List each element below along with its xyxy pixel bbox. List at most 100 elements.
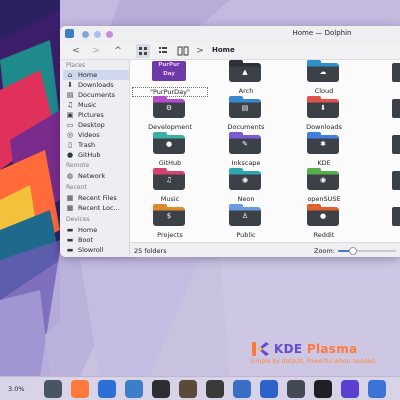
toolbar: < > ^ > Home (60, 42, 400, 60)
trash-icon: ▯ (68, 141, 72, 149)
dolphin-window: Home — Dolphin < > ^ > Home Places ⌂ Hom… (60, 26, 400, 257)
window-title: Home — Dolphin (292, 29, 352, 37)
folder-item[interactable]: $ Projects (140, 204, 200, 244)
grid-icon (139, 47, 147, 55)
recent-files-icon: ▦ (66, 194, 74, 202)
home-icon: ⌂ (67, 71, 73, 79)
status-bar: 25 folders Zoom: (130, 242, 400, 257)
places-panel: Places ⌂ Home ⬇ Downloads ▤ Documents ♫ … (60, 60, 130, 257)
sidebar-item-recent-locations[interactable]: ▦ Recent Loc... (63, 203, 129, 213)
gimp-icon[interactable] (179, 380, 197, 398)
mail-icon[interactable] (368, 380, 386, 398)
folder-label: Music (160, 195, 180, 203)
breadcrumb[interactable]: Home (212, 46, 235, 54)
folder-icon: ✎ (229, 132, 261, 154)
sidebar-item-device-boot[interactable]: ▬ Boot (63, 235, 129, 245)
folder-item[interactable]: ◉ openSUSE (294, 168, 354, 208)
kde-gear-icon (252, 342, 269, 356)
firefox-icon[interactable] (71, 380, 89, 398)
folder-item[interactable]: ✎ Inkscape (216, 132, 276, 172)
folder-item[interactable]: ◉ Neon (216, 168, 276, 208)
purpurday-thumbnail: PurPur Day (152, 61, 186, 81)
kmail-icon[interactable] (260, 380, 278, 398)
folder-item[interactable]: ● Reddit (294, 204, 354, 244)
konsole-icon[interactable] (152, 380, 170, 398)
folder-item[interactable]: PurPur Day "PurPurDay" (132, 60, 208, 100)
terminal-icon[interactable] (314, 380, 332, 398)
folder-label: Documents (227, 123, 265, 131)
sidebar-item-pictures[interactable]: ▣ Pictures (63, 110, 129, 120)
settings-icon[interactable] (287, 380, 305, 398)
cpu-usage: 3.0% (8, 385, 25, 393)
forward-button[interactable]: > (90, 44, 102, 58)
folder-item[interactable]: ☁ Cloud (294, 60, 354, 100)
up-button[interactable]: ^ (112, 44, 124, 58)
folder-icon-partial (392, 135, 400, 154)
folder-icon: ☁ (307, 60, 339, 82)
drive-icon: ▬ (66, 246, 74, 254)
sidebar-item-trash[interactable]: ▯ Trash (63, 140, 129, 150)
remote-section-title: Remote (66, 162, 90, 169)
dolphin-icon[interactable] (125, 380, 143, 398)
folder-item[interactable]: ▤ Documents (216, 96, 276, 136)
folder-item[interactable]: ▲ Arch (216, 60, 276, 100)
folder-label: Projects (157, 231, 183, 239)
store-icon[interactable] (341, 380, 359, 398)
sidebar-item-videos[interactable]: ◎ Videos (63, 130, 129, 140)
folder-icon-partial (392, 63, 400, 82)
music-icon: ♫ (66, 101, 74, 109)
sidebar-item-desktop[interactable]: ▭ Desktop (63, 120, 129, 130)
folder-icon-partial (392, 99, 400, 118)
folder-view: PurPur Day "PurPurDay" ▲ Arch ☁ Cloud ⚙ Develop… (130, 60, 400, 242)
breadcrumb-separator: > (196, 46, 204, 56)
folder-item[interactable]: ✱ KDE (294, 132, 354, 172)
sidebar-item-device-slowroll[interactable]: ▬ Slowroll (63, 245, 129, 255)
icons-view-button[interactable] (136, 44, 150, 58)
places-section-title: Places (66, 62, 86, 69)
sidebar-item-music[interactable]: ♫ Music (63, 100, 129, 110)
folder-item[interactable]: ⚙ Development (140, 96, 200, 136)
folder-label: Development (148, 123, 192, 131)
sidebar-item-network[interactable]: ◍ Network (63, 171, 129, 181)
folder-icon-partial (392, 207, 400, 226)
inkscape-icon[interactable] (206, 380, 224, 398)
folder-icon: ✱ (307, 132, 339, 154)
folder-icon: ⚙ (153, 96, 185, 118)
folder-item[interactable]: ⬇ Downloads (294, 96, 354, 136)
folder-count: 25 folders (134, 247, 167, 255)
discover-icon[interactable] (98, 380, 116, 398)
sidebar-item-home[interactable]: ⌂ Home (63, 70, 129, 80)
drive-icon: ▬ (66, 226, 74, 234)
kate-icon[interactable] (233, 380, 251, 398)
folder-icon: ⬇ (307, 96, 339, 118)
network-icon: ◍ (66, 172, 74, 180)
folder-item[interactable]: ● GitHub (140, 132, 200, 172)
recent-locations-icon: ▦ (66, 204, 74, 212)
system-monitor-icon[interactable] (44, 380, 62, 398)
folder-icon-partial (392, 171, 400, 190)
folder-icon: ♙ (229, 204, 261, 226)
split-view-button[interactable] (176, 44, 190, 58)
folder-label: Inkscape (231, 159, 261, 167)
folder-item[interactable]: ♫ Music (140, 168, 200, 208)
sidebar-item-recent-files[interactable]: ▦ Recent Files (63, 193, 129, 203)
compact-view-button[interactable] (156, 44, 170, 58)
recent-section-title: Recent (66, 184, 87, 191)
folder-icon: ▲ (229, 60, 261, 82)
folder-item[interactable]: ♙ Public (216, 204, 276, 244)
devices-section-title: Devices (66, 216, 90, 223)
sidebar-item-documents[interactable]: ▤ Documents (63, 90, 129, 100)
zoom-slider-handle[interactable] (348, 247, 357, 255)
folder-label: Arch (238, 87, 254, 95)
titlebar[interactable]: Home — Dolphin (60, 26, 400, 42)
folder-label: GitHub (158, 159, 182, 167)
folder-icon: ● (307, 204, 339, 226)
sidebar-item-github[interactable]: ● GitHub (63, 150, 129, 160)
zoom-label: Zoom: (314, 247, 335, 255)
folder-icon: $ (153, 204, 185, 226)
back-button[interactable]: < (70, 44, 82, 58)
sidebar-item-device-home[interactable]: ▬ Home (63, 225, 129, 235)
sidebar-item-downloads[interactable]: ⬇ Downloads (63, 80, 129, 90)
zoom-slider[interactable] (338, 247, 396, 255)
folder-label: Cloud (314, 87, 334, 95)
